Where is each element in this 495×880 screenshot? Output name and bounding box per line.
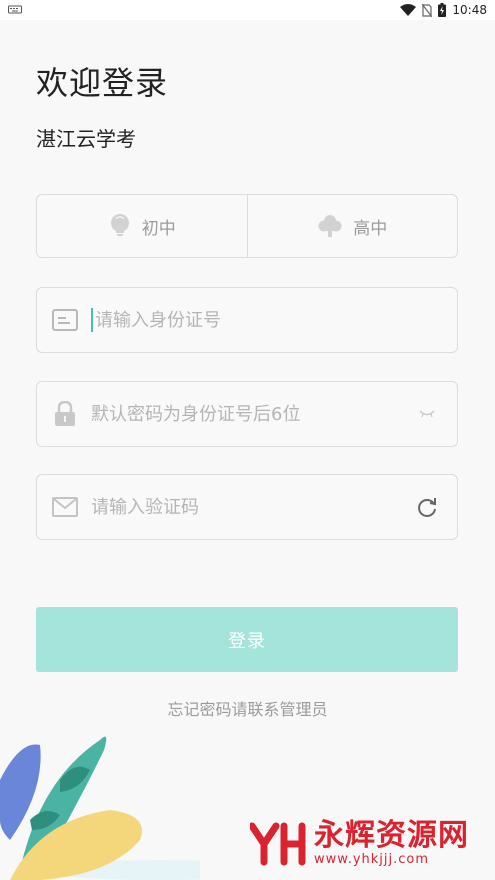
level-option-junior[interactable]: 初中 xyxy=(37,195,247,257)
site-watermark: 永辉资源网 www.yhkjjj.com xyxy=(250,820,469,867)
lock-icon xyxy=(51,400,79,428)
toggle-password-visibility[interactable] xyxy=(413,400,441,428)
level-label-senior: 高中 xyxy=(353,218,388,239)
captcha-field xyxy=(36,474,458,540)
welcome-title: 欢迎登录 xyxy=(36,64,169,102)
watermark-brand: 永辉资源网 xyxy=(314,818,469,853)
refresh-captcha-button[interactable] xyxy=(413,493,441,521)
login-button[interactable]: 登录 xyxy=(36,607,458,672)
wifi-icon xyxy=(400,4,417,16)
battery-charging-icon xyxy=(438,3,447,17)
status-bar: 10:48 xyxy=(0,0,495,20)
id-number-input[interactable] xyxy=(95,305,457,335)
app-name: 湛江云学考 xyxy=(36,127,136,151)
refresh-icon xyxy=(418,498,436,517)
eye-closed-icon xyxy=(419,410,435,418)
status-time: 10:48 xyxy=(452,3,487,17)
forgot-password-text: 忘记密码请联系管理员 xyxy=(167,700,328,719)
school-level-selector: 初中 高中 xyxy=(36,194,458,258)
leaf-decoration xyxy=(0,736,200,880)
cloud-icon xyxy=(318,215,342,237)
no-sim-icon xyxy=(422,3,433,17)
id-number-field xyxy=(36,287,458,353)
captcha-input[interactable] xyxy=(91,492,413,522)
lightbulb-icon xyxy=(110,214,129,236)
mail-icon xyxy=(51,493,79,521)
password-field xyxy=(36,381,458,447)
keyboard-icon xyxy=(8,5,22,14)
level-option-senior[interactable]: 高中 xyxy=(246,195,458,257)
level-label-junior: 初中 xyxy=(141,218,176,239)
watermark-url: www.yhkjjj.com xyxy=(314,852,430,867)
watermark-logo xyxy=(250,822,306,865)
password-input[interactable] xyxy=(91,399,413,429)
text-caret xyxy=(91,308,93,332)
id-card-icon xyxy=(51,306,79,334)
